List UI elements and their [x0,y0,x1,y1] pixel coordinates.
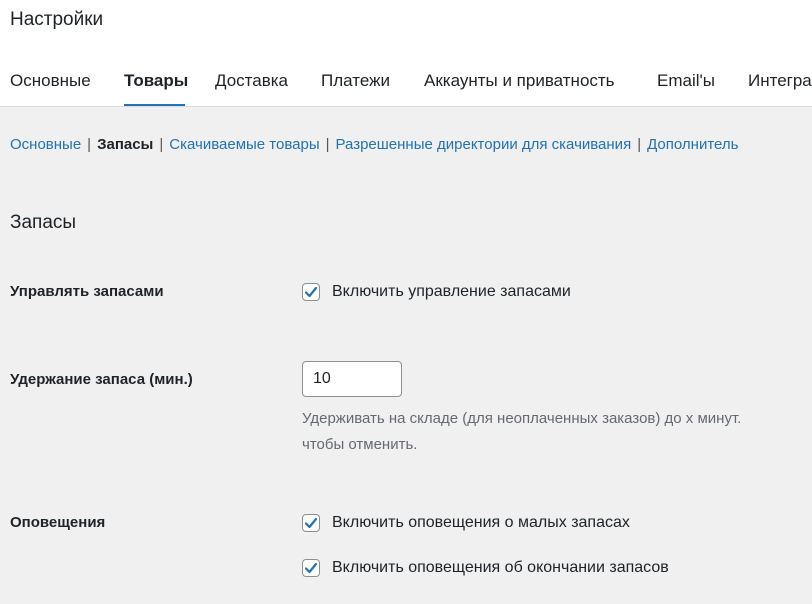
low-stock-notification-checkbox[interactable] [302,514,320,532]
manage-stock-checkbox-label: Включить управление запасами [332,283,571,300]
tab-payments[interactable]: Платежи [321,70,390,92]
manage-stock-checkbox-row[interactable]: Включить управление запасами [302,282,571,302]
subsection-nav: Основные | Запасы | Скачиваемые товары | Разре… [10,135,812,155]
manage-stock-checkbox[interactable] [302,283,320,301]
subnav-downloadable-products[interactable]: Скачиваемые товары [169,136,319,153]
subnav-download-directories[interactable]: Разрешенные директории для скачивания [336,136,632,153]
out-of-stock-notification-row[interactable]: Включить оповещения об окончании запасов [302,558,669,578]
checkmark-icon [304,517,318,529]
section-title: Запасы [10,212,77,233]
tab-products[interactable]: Товары [124,70,188,92]
checkmark-icon [304,286,318,298]
checkmark-icon [304,562,318,574]
subnav-separator: | [159,136,164,153]
low-stock-notification-label: Включить оповещения о малых запасах [332,514,630,531]
manage-stock-label: Управлять запасами [10,283,164,300]
hold-stock-description-line-2: чтобы отменить. [302,436,418,453]
notifications-label: Оповещения [10,514,106,531]
low-stock-notification-row[interactable]: Включить оповещения о малых запасах [302,513,630,533]
tab-emails[interactable]: Email'ы [657,70,715,92]
subnav-advanced[interactable]: Дополнитель [647,136,738,153]
out-of-stock-notification-checkbox[interactable] [302,559,320,577]
subnav-inventory: Запасы [97,136,154,153]
hold-stock-input[interactable] [302,361,402,397]
subnav-separator: | [325,136,330,153]
settings-header: Настройки Основные Товары Доставка Плате… [0,0,812,107]
subnav-separator: | [87,136,92,153]
hold-stock-description: Удерживать на складе (для неоплаченных з… [302,406,812,458]
active-tab-indicator [124,104,185,106]
hold-stock-description-line-1: Удерживать на складе (для неоплаченных з… [302,410,742,427]
tab-shipping[interactable]: Доставка [215,70,288,92]
out-of-stock-notification-label: Включить оповещения об окончании запасов [332,559,669,576]
tab-accounts-privacy[interactable]: Аккаунты и приватность [424,70,615,92]
tab-integration[interactable]: Интегра [748,70,812,92]
hold-stock-label: Удержание запаса (мин.) [10,371,193,388]
settings-tabs: Основные Товары Доставка Платежи Аккаунт… [0,70,812,107]
subnav-general[interactable]: Основные [10,136,81,153]
subnav-separator: | [637,136,642,153]
tab-general[interactable]: Основные [10,70,91,92]
page-title: Настройки [10,9,104,30]
